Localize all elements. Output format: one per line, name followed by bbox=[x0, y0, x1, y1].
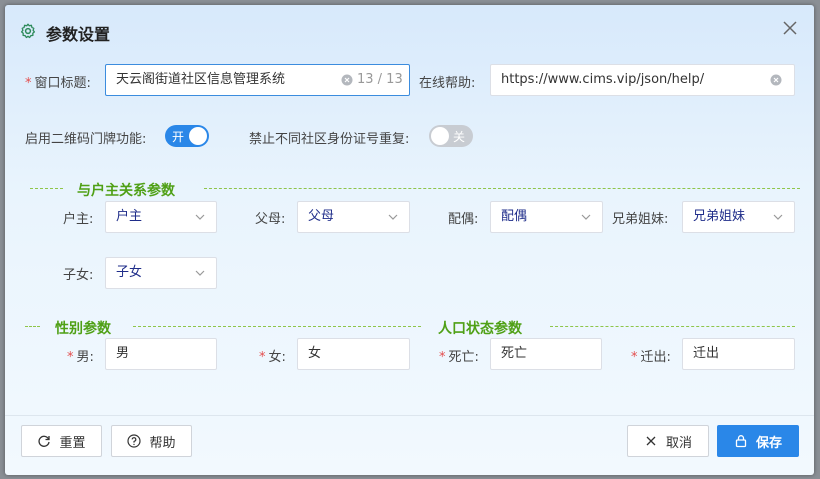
dialog-title-bar: 参数设置 bbox=[5, 5, 814, 55]
input-value: 女 bbox=[308, 346, 322, 361]
clear-icon[interactable] bbox=[341, 74, 353, 86]
online-help-label: 在线帮助: bbox=[419, 76, 476, 91]
input-value: 男 bbox=[116, 346, 130, 361]
online-help-input[interactable]: https://www.cims.vip/json/help/ bbox=[490, 64, 795, 96]
input-value: 死亡 bbox=[501, 346, 528, 361]
relation-label-parents: 父母: bbox=[255, 212, 286, 227]
toggle-knob bbox=[431, 127, 449, 145]
gender-female-input[interactable]: 女 bbox=[297, 338, 410, 370]
chevron-down-icon bbox=[581, 214, 591, 220]
close-icon bbox=[646, 436, 656, 446]
select-value: 配偶 bbox=[501, 209, 528, 224]
chevron-down-icon bbox=[773, 214, 783, 220]
id-duplicate-label: 禁止不同社区身份证号重复: bbox=[249, 132, 410, 147]
reset-button[interactable]: 重置 bbox=[21, 425, 102, 457]
relation-select-children[interactable]: 子女 bbox=[105, 257, 217, 289]
section-divider bbox=[30, 188, 63, 189]
select-value: 子女 bbox=[116, 265, 143, 280]
window-title-counter: 13 / 13 bbox=[357, 72, 403, 87]
input-value: 迁出 bbox=[693, 346, 720, 361]
select-value: 户主 bbox=[116, 209, 143, 224]
relation-label-householder: 户主: bbox=[63, 212, 94, 227]
parameter-settings-dialog: 参数设置 * 窗口标题: 天云阁街道社区信息管理系统 13 / 13 在线帮助: … bbox=[5, 5, 814, 475]
section-divider bbox=[204, 188, 800, 189]
select-value: 兄弟姐妹 bbox=[693, 209, 746, 224]
clear-icon[interactable] bbox=[770, 74, 782, 86]
help-button-label: 帮助 bbox=[149, 435, 176, 451]
save-button-label: 保存 bbox=[755, 435, 782, 451]
gender-section-title: 性别参数 bbox=[55, 321, 111, 337]
toggle-knob bbox=[189, 127, 207, 145]
dialog-title: 参数设置 bbox=[46, 25, 111, 44]
gender-male-input[interactable]: 男 bbox=[105, 338, 217, 370]
relation-label-spouse: 配偶: bbox=[448, 212, 479, 227]
toggle-state-text: 关 bbox=[453, 130, 466, 144]
population-label-deceased-text: 死亡: bbox=[448, 350, 479, 365]
section-divider bbox=[550, 326, 795, 327]
qr-plate-label: 启用二维码门牌功能: bbox=[25, 132, 147, 147]
relation-select-siblings[interactable]: 兄弟姐妹 bbox=[682, 201, 795, 233]
population-label-deceased: * 死亡: bbox=[439, 346, 479, 365]
required-mark: * bbox=[439, 350, 446, 365]
toggle-state-text: 开 bbox=[172, 130, 185, 144]
gender-label-male: * 男: bbox=[67, 346, 94, 365]
close-icon[interactable] bbox=[781, 19, 799, 37]
gender-label-male-text: 男: bbox=[76, 350, 94, 365]
chevron-down-icon bbox=[195, 270, 205, 276]
required-mark: * bbox=[631, 350, 638, 365]
population-label-moved-out: * 迁出: bbox=[631, 346, 671, 365]
required-mark: * bbox=[67, 350, 74, 365]
cancel-button-label: 取消 bbox=[665, 435, 692, 451]
qr-plate-toggle[interactable]: 开 bbox=[165, 125, 209, 147]
id-duplicate-toggle[interactable]: 关 bbox=[429, 125, 473, 147]
required-mark: * bbox=[25, 76, 32, 91]
lock-icon bbox=[735, 435, 747, 448]
relation-label-siblings: 兄弟姐妹: bbox=[612, 212, 669, 227]
window-title-value: 天云阁街道社区信息管理系统 bbox=[116, 72, 286, 87]
select-value: 父母 bbox=[308, 209, 335, 224]
online-help-value: https://www.cims.vip/json/help/ bbox=[501, 72, 705, 87]
refresh-icon bbox=[38, 435, 51, 447]
save-button[interactable]: 保存 bbox=[717, 425, 799, 457]
population-deceased-input[interactable]: 死亡 bbox=[490, 338, 602, 370]
help-button[interactable]: 帮助 bbox=[111, 425, 192, 457]
chevron-down-icon bbox=[195, 214, 205, 220]
relation-select-parents[interactable]: 父母 bbox=[297, 201, 410, 233]
gender-label-female: * 女: bbox=[259, 346, 286, 365]
question-circle-icon bbox=[127, 434, 142, 448]
window-title-label: * 窗口标题: bbox=[25, 72, 91, 91]
gender-label-female-text: 女: bbox=[268, 350, 286, 365]
relation-label-children: 子女: bbox=[63, 268, 94, 283]
reset-button-label: 重置 bbox=[59, 435, 86, 451]
gear-icon bbox=[20, 23, 36, 39]
relation-select-spouse[interactable]: 配偶 bbox=[490, 201, 603, 233]
required-mark: * bbox=[259, 350, 266, 365]
section-divider bbox=[25, 326, 40, 327]
population-label-moved-out-text: 迁出: bbox=[640, 350, 671, 365]
relation-section-title: 与户主关系参数 bbox=[77, 183, 175, 199]
relation-select-householder[interactable]: 户主 bbox=[105, 201, 217, 233]
population-section-title: 人口状态参数 bbox=[438, 321, 522, 337]
window-title-label-text: 窗口标题: bbox=[34, 76, 91, 91]
chevron-down-icon bbox=[388, 214, 398, 220]
population-moved-out-input[interactable]: 迁出 bbox=[682, 338, 795, 370]
section-divider bbox=[133, 326, 421, 327]
cancel-button[interactable]: 取消 bbox=[627, 425, 709, 457]
